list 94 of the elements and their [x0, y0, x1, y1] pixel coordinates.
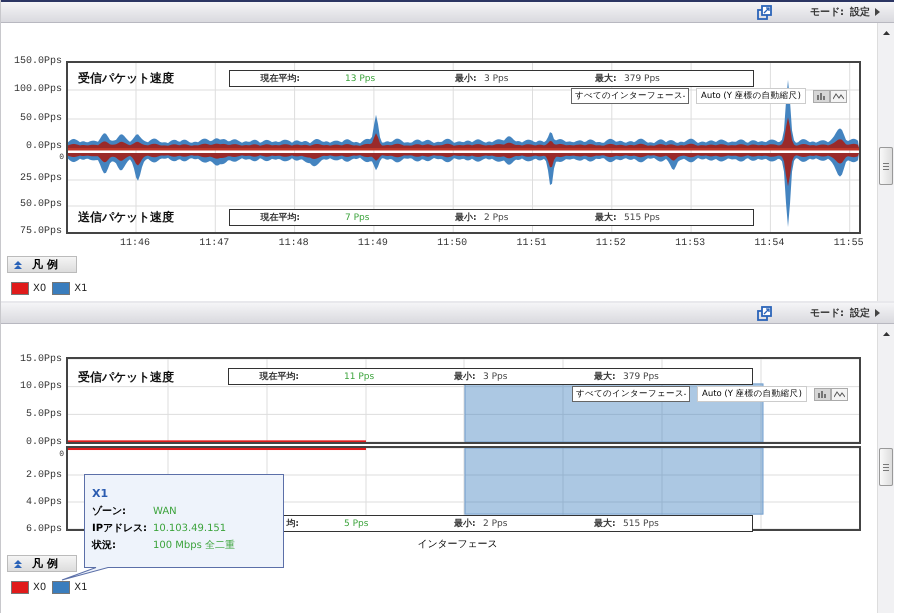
- x-axis-label: 11:47: [199, 238, 230, 249]
- mode-label: モード:: [810, 6, 844, 19]
- legend-toggle-button[interactable]: 凡 例: [7, 555, 77, 572]
- interface-dropdown[interactable]: すべてのインターフェース: [571, 88, 689, 104]
- average-label: 現在平均:: [260, 212, 300, 224]
- legend-label: X1: [74, 283, 88, 294]
- legend-label: X0: [33, 582, 46, 593]
- average-label: 均:: [286, 518, 299, 530]
- minimum-label: 最小:: [454, 517, 477, 530]
- chart-title: 受信パケット速度: [78, 369, 174, 386]
- y-axis-label: 4.0Pps: [26, 496, 62, 508]
- minimum-value: 3 Pps: [483, 372, 508, 382]
- interface-dropdown[interactable]: すべてのインターフェース: [572, 386, 690, 402]
- average-value: 11 Pps: [343, 372, 376, 382]
- scroll-up-icon[interactable]: [882, 31, 890, 35]
- scrollbar-thumb[interactable]: [879, 448, 893, 486]
- legend-toggle-button[interactable]: 凡 例: [7, 256, 77, 273]
- x-axis-label: 11:48: [278, 238, 309, 249]
- maximum-value: 515 Pps: [623, 518, 660, 528]
- x-axis-title: インターフェース: [418, 538, 498, 551]
- y-axis-label: 25.0Pps: [20, 173, 62, 184]
- auto-scale-button[interactable]: Auto (Y 座標の自動縮尺): [696, 88, 806, 104]
- tooltip-value: 100 Mbps 全二重: [153, 538, 235, 553]
- arrow-right-icon: [875, 309, 880, 317]
- tooltip-label: ゾーン:: [92, 504, 127, 519]
- maximum-value: 379 Pps: [624, 74, 661, 84]
- y-axis-label: 10.0Pps: [20, 381, 62, 392]
- y-axis-label: 50.0Pps: [20, 199, 62, 210]
- average-value: 13 Pps: [344, 74, 376, 84]
- y-axis-label: 75.0Pps: [20, 226, 62, 237]
- line-chart-icon: [832, 92, 844, 100]
- bar-chart-icon: [818, 390, 827, 398]
- minimum-label: 最小:: [455, 211, 478, 224]
- minimum-label: 最小:: [455, 72, 478, 85]
- y-axis-label: 0: [59, 153, 64, 162]
- bar-chart-button[interactable]: [814, 388, 831, 400]
- x-axis-label: 11:53: [675, 238, 706, 249]
- average-value: 5 Pps: [343, 518, 370, 528]
- x-axis-label: 11:52: [596, 238, 626, 249]
- bar-chart-icon: [816, 92, 826, 100]
- average-label: 現在平均:: [259, 370, 299, 383]
- x-axis-label: 11:46: [120, 238, 150, 249]
- y-axis-label: 2.0Pps: [26, 470, 62, 480]
- minimum-value: 3 Pps: [484, 74, 510, 84]
- maximum-value: 515 Pps: [624, 212, 661, 222]
- y-axis-label: 0: [59, 450, 64, 459]
- x-axis-label: 11:50: [437, 238, 468, 249]
- legend-label: X0: [33, 283, 46, 294]
- line-chart-button[interactable]: [830, 388, 848, 400]
- x-axis-label: 11:55: [834, 238, 864, 249]
- tooltip-label: 状況:: [92, 538, 117, 553]
- line-chart-icon: [834, 390, 845, 398]
- pop-out-icon[interactable]: [757, 4, 772, 20]
- bar-chart-button[interactable]: [812, 90, 830, 102]
- chart-title: 送信パケット速度: [78, 209, 174, 226]
- pop-out-icon[interactable]: [757, 306, 772, 320]
- chart-title: 受信パケット速度: [78, 70, 174, 87]
- average-label: 現在平均:: [260, 72, 300, 85]
- y-axis-label: 0.0Pps: [26, 436, 62, 448]
- mode-menu-button[interactable]: 設定: [850, 306, 870, 320]
- y-axis-label: 50.0Pps: [20, 113, 62, 124]
- average-value: 7 Pps: [344, 212, 370, 222]
- collapse-icon: [14, 560, 22, 568]
- minimum-label: 最小:: [454, 370, 477, 383]
- y-axis-label: 5.0Pps: [26, 408, 62, 420]
- maximum-label: 最大:: [594, 517, 617, 530]
- scrollbar-thumb[interactable]: [879, 147, 893, 185]
- x-axis-label: 11:54: [754, 238, 784, 249]
- auto-scale-button[interactable]: Auto (Y 座標の自動縮尺): [697, 386, 807, 402]
- y-axis-label: 100.0Pps: [14, 84, 62, 95]
- x-axis-label: 11:49: [358, 238, 388, 249]
- maximum-label: 最大:: [595, 211, 618, 224]
- mode-label: モード:: [810, 307, 844, 320]
- y-axis-label: 15.0Pps: [20, 354, 62, 364]
- scrollbar[interactable]: [877, 324, 894, 613]
- legend-label: X1: [74, 582, 88, 593]
- minimum-value: 2 Pps: [484, 212, 510, 222]
- tooltip-value: 10.103.49.151: [153, 522, 226, 536]
- arrow-right-icon: [875, 8, 880, 16]
- tooltip-value: WAN: [153, 505, 177, 519]
- y-axis-label: 6.0Pps: [26, 524, 62, 534]
- y-axis-label: 0.0Pps: [26, 141, 62, 152]
- maximum-label: 最大:: [595, 72, 618, 85]
- scrollbar[interactable]: [877, 23, 894, 301]
- mode-menu-button[interactable]: 設定: [850, 5, 870, 19]
- y-axis-label: 150.0Pps: [14, 56, 62, 67]
- collapse-icon: [14, 260, 22, 268]
- minimum-value: 2 Pps: [483, 518, 508, 528]
- maximum-label: 最大:: [594, 370, 617, 383]
- x-axis-label: 11:51: [516, 238, 546, 249]
- maximum-value: 379 Pps: [623, 372, 660, 382]
- tooltip-title: X1: [92, 487, 110, 500]
- tooltip-label: IPアドレス:: [92, 522, 148, 536]
- scroll-up-icon[interactable]: [882, 332, 890, 336]
